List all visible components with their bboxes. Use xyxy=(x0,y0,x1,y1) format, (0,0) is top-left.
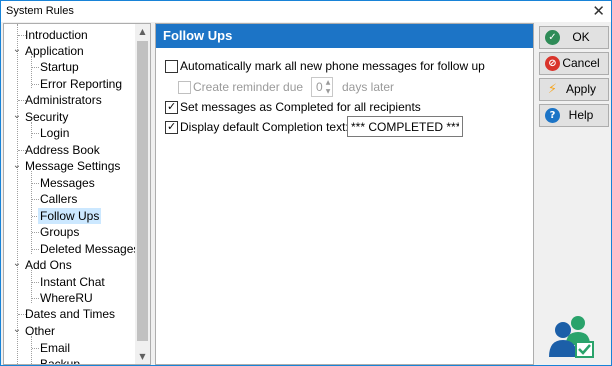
tree-item-application[interactable]: Application xyxy=(25,43,84,59)
tree-root-line xyxy=(17,24,18,364)
reminder-suffix-label: days later xyxy=(342,80,395,94)
completion-text-field[interactable] xyxy=(347,116,463,137)
tree-connector xyxy=(32,282,39,283)
expand-message-settings-icon[interactable]: ⌄ xyxy=(11,160,23,172)
tree-item-whereru[interactable]: WhereRU xyxy=(40,290,93,306)
tree-item-startup[interactable]: Startup xyxy=(40,59,79,75)
tree-item-messages[interactable]: Messages xyxy=(40,175,95,191)
display-text-label: Display default Completion text: xyxy=(180,120,349,134)
tree-connector xyxy=(32,298,39,299)
checkmark-icon: ✓ xyxy=(167,100,177,113)
reminder-days-value: 0 xyxy=(316,80,323,94)
tree-connector xyxy=(32,183,39,184)
display-text-checkbox[interactable]: ✓ xyxy=(165,120,178,134)
tree-item-login[interactable]: Login xyxy=(40,125,69,141)
tree-connector xyxy=(32,199,39,200)
scrollbar-thumb[interactable] xyxy=(137,41,148,341)
cancel-button[interactable]: ⊘ Cancel xyxy=(539,52,609,75)
window-title: System Rules xyxy=(6,5,74,17)
tree-connector xyxy=(32,133,39,134)
reminder-checkbox[interactable] xyxy=(178,81,191,94)
expand-add-ons-icon[interactable]: ⌄ xyxy=(11,258,23,270)
apply-label: Apply xyxy=(565,82,597,96)
expand-security-icon[interactable]: ⌄ xyxy=(11,110,23,122)
title-bar: System Rules ✕ xyxy=(1,1,611,22)
tree-item-introduction[interactable]: Introduction xyxy=(25,27,88,43)
completion-text-input[interactable] xyxy=(348,117,462,136)
checkmark-icon: ✓ xyxy=(167,120,177,133)
display-text-option[interactable]: ✓ Display default Completion text: xyxy=(165,119,349,135)
expand-application-icon[interactable]: ⌄ xyxy=(11,44,23,56)
tree-item-dates-and-times[interactable]: Dates and Times xyxy=(25,306,115,322)
follow-ups-panel: Follow Ups Automatically mark all new ph… xyxy=(155,23,534,365)
tree-item-administrators[interactable]: Administrators xyxy=(25,92,102,108)
tree-connector xyxy=(32,67,39,68)
users-check-icon xyxy=(549,316,594,358)
tree-item-deleted-messages[interactable]: Deleted Messages xyxy=(40,241,139,257)
set-completed-label: Set messages as Completed for all recipi… xyxy=(180,100,421,114)
panel-header: Follow Ups xyxy=(156,24,533,48)
set-completed-checkbox[interactable]: ✓ xyxy=(165,100,178,114)
close-icon[interactable]: ✕ xyxy=(592,2,605,20)
system-rules-window: System Rules ✕ ⌄ ⌄ ⌄ ⌄ ⌄ Introduction Ap… xyxy=(0,0,612,366)
tree-item-email[interactable]: Email xyxy=(40,340,70,356)
reminder-prefix-label: Create reminder due xyxy=(193,80,304,94)
tree-item-other[interactable]: Other xyxy=(25,323,55,339)
set-completed-option[interactable]: ✓ Set messages as Completed for all reci… xyxy=(165,99,465,115)
ok-button[interactable]: ✓ OK xyxy=(539,26,609,49)
scroll-up-icon[interactable]: ▲ xyxy=(135,24,150,39)
tree-item-backup[interactable]: Backup xyxy=(40,356,80,364)
settings-tree[interactable]: ⌄ ⌄ ⌄ ⌄ ⌄ Introduction Application Start… xyxy=(3,23,151,365)
tree-item-callers[interactable]: Callers xyxy=(40,191,77,207)
reminder-days-stepper[interactable]: 0 ▲ ▼ xyxy=(311,77,333,97)
tree-item-message-settings[interactable]: Message Settings xyxy=(25,158,120,174)
ok-label: OK xyxy=(572,30,590,44)
tree-connector xyxy=(32,348,39,349)
stepper-arrows-icon[interactable]: ▲ ▼ xyxy=(324,78,332,96)
tree-item-follow-ups[interactable]: Follow Ups xyxy=(38,208,102,224)
auto-mark-option[interactable]: Automatically mark all new phone message… xyxy=(165,58,525,74)
tree-item-instant-chat[interactable]: Instant Chat xyxy=(40,274,105,290)
tree-item-error-reporting[interactable]: Error Reporting xyxy=(40,76,122,92)
expand-other-icon[interactable]: ⌄ xyxy=(11,324,23,336)
tree-item-add-ons[interactable]: Add Ons xyxy=(25,257,72,273)
panel-title: Follow Ups xyxy=(163,28,233,43)
scroll-down-icon[interactable]: ▼ xyxy=(135,349,150,364)
cancel-label: Cancel xyxy=(562,56,600,70)
tree-branch-line xyxy=(31,336,32,364)
tree-connector xyxy=(32,249,39,250)
tree-item-address-book[interactable]: Address Book xyxy=(25,142,100,158)
tree-item-groups[interactable]: Groups xyxy=(40,224,79,240)
help-label: Help xyxy=(568,108,594,122)
auto-mark-checkbox[interactable] xyxy=(165,60,178,73)
tree-item-security[interactable]: Security xyxy=(25,109,68,125)
tree-content: ⌄ ⌄ ⌄ ⌄ ⌄ Introduction Application Start… xyxy=(4,24,139,364)
auto-mark-label: Automatically mark all new phone message… xyxy=(180,59,485,73)
apply-button[interactable]: ⚡ Apply xyxy=(539,78,609,101)
tree-scrollbar[interactable]: ▲ ▼ xyxy=(135,24,150,364)
help-button[interactable]: ? Help xyxy=(539,104,609,127)
tree-connector xyxy=(32,232,39,233)
tree-connector xyxy=(32,84,39,85)
